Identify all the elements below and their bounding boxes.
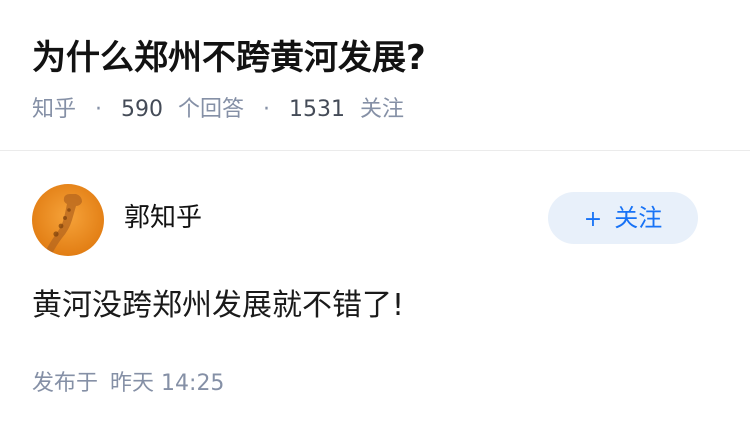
answer-count: 590 <box>121 97 164 122</box>
author-avatar[interactable] <box>32 184 104 256</box>
publish-time: 14:25 <box>161 371 225 396</box>
meta-separator: · <box>263 97 271 122</box>
giraffe-avatar-icon <box>32 184 104 256</box>
follow-button-label: 关注 <box>614 204 663 232</box>
source-label[interactable]: 知乎 <box>32 97 76 122</box>
publish-info: 发布于 昨天 14:25 <box>32 366 224 402</box>
follow-count-label: 关注 <box>360 97 405 122</box>
publish-day: 昨天 <box>110 371 155 396</box>
follow-count: 1531 <box>289 97 346 122</box>
question-title[interactable]: 为什么郑州不跨黄河发展? <box>32 34 426 82</box>
question-meta: 知乎 · 590 个回答 · 1531 关注 <box>32 92 404 128</box>
meta-separator: · <box>95 97 103 122</box>
follow-button[interactable]: + 关注 <box>548 192 698 244</box>
answer-content[interactable]: 黄河没跨郑州发展就不错了! <box>32 284 404 328</box>
section-divider <box>0 150 750 151</box>
answer-count-label: 个回答 <box>178 97 245 122</box>
author-name[interactable]: 郭知乎 <box>124 198 202 238</box>
plus-icon: + <box>583 207 603 232</box>
publish-label: 发布于 <box>32 371 99 396</box>
